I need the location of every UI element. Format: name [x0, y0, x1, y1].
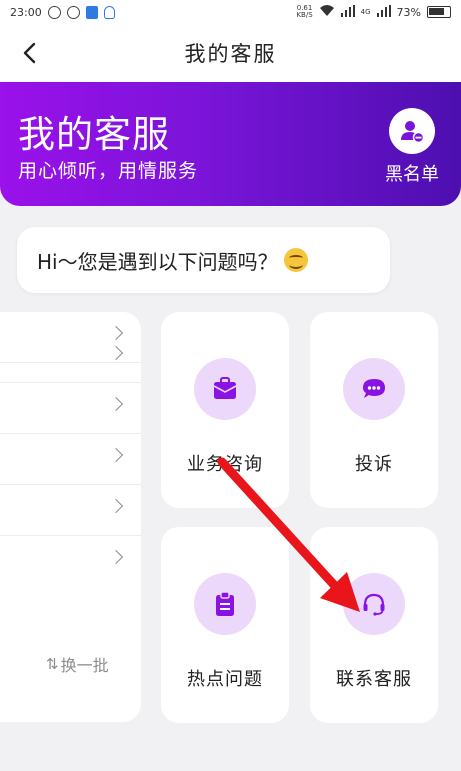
back-button[interactable]: [18, 41, 42, 65]
greeting-bubble: Hi～您是遇到以下问题吗？: [17, 227, 390, 293]
briefcase-icon: [213, 377, 237, 399]
status-bar: 23:00 0.61 KB/S 4G 73%: [0, 0, 461, 24]
banner-subtitle: 用心倾听，用情服务: [18, 160, 199, 182]
banner-title: 我的客服: [18, 113, 170, 156]
question-row[interactable]: [0, 332, 141, 383]
status-right: 0.61 KB/S 4G 73%: [296, 4, 451, 20]
chevron-right-icon: [108, 396, 124, 412]
chevron-right-icon: [108, 345, 124, 361]
signal-4g-label: 4G: [360, 7, 371, 16]
swap-batch-button[interactable]: ⇅ 换一批: [46, 652, 109, 676]
wifi-icon: [319, 4, 335, 20]
page-title: 我的客服: [184, 42, 277, 66]
complaint-card[interactable]: 投诉: [310, 312, 438, 508]
complaint-label: 投诉: [355, 454, 393, 475]
chevron-right-icon: [108, 447, 124, 463]
back-arrow-icon: [23, 42, 36, 64]
chevron-right-icon: [108, 549, 124, 565]
net-speed: 0.61 KB/S: [296, 5, 312, 19]
location-icon: [66, 5, 80, 19]
question-row[interactable]: [0, 536, 141, 587]
contact-support-label: 联系客服: [336, 669, 412, 690]
question-row[interactable]: [0, 383, 141, 434]
signal-icon: [340, 4, 355, 20]
question-row[interactable]: [0, 485, 141, 536]
contact-support-card[interactable]: 联系客服: [310, 527, 438, 723]
question-list-card: ⇅ 换一批: [0, 312, 141, 722]
signal-icon-2: [376, 4, 391, 20]
headset-icon: [363, 593, 385, 616]
chevron-right-icon: [108, 498, 124, 514]
swap-batch-label: 换一批: [60, 656, 109, 675]
battery-percent: 73%: [396, 5, 421, 19]
question-row[interactable]: [0, 434, 141, 485]
hot-issues-icon-circle: [194, 573, 256, 635]
chat-bubble-icon: [363, 379, 385, 398]
nav-bar: 我的客服: [0, 24, 461, 82]
status-time: 23:00: [10, 5, 42, 19]
alarm-icon: [47, 5, 61, 19]
net-speed-unit: KB/S: [296, 11, 313, 19]
blocked-user-icon: [401, 121, 425, 144]
clipboard-icon: [216, 591, 234, 616]
header-banner: 我的客服 用心倾听，用情服务 黑名单: [0, 82, 461, 206]
blacklist-label: 黑名单: [385, 164, 439, 185]
status-left: 23:00: [10, 5, 115, 19]
hot-issues-label: 热点问题: [187, 669, 263, 690]
business-consult-card[interactable]: 业务咨询: [161, 312, 289, 508]
swap-icon: ⇅: [46, 655, 59, 673]
battery-icon: [427, 6, 451, 18]
business-consult-icon-circle: [194, 358, 256, 420]
greeting-text: Hi～您是遇到以下问题吗？: [37, 249, 278, 274]
blacklist-button[interactable]: 黑名单: [385, 108, 439, 186]
business-consult-label: 业务咨询: [187, 454, 263, 475]
smiley-icon: [283, 248, 308, 272]
qq-icon: [103, 5, 115, 19]
hot-issues-card[interactable]: 热点问题: [161, 527, 289, 723]
contact-support-icon-circle: [343, 573, 405, 635]
blacklist-icon-circle: [389, 108, 435, 154]
shield-icon: [85, 5, 98, 19]
complaint-icon-circle: [343, 358, 405, 420]
